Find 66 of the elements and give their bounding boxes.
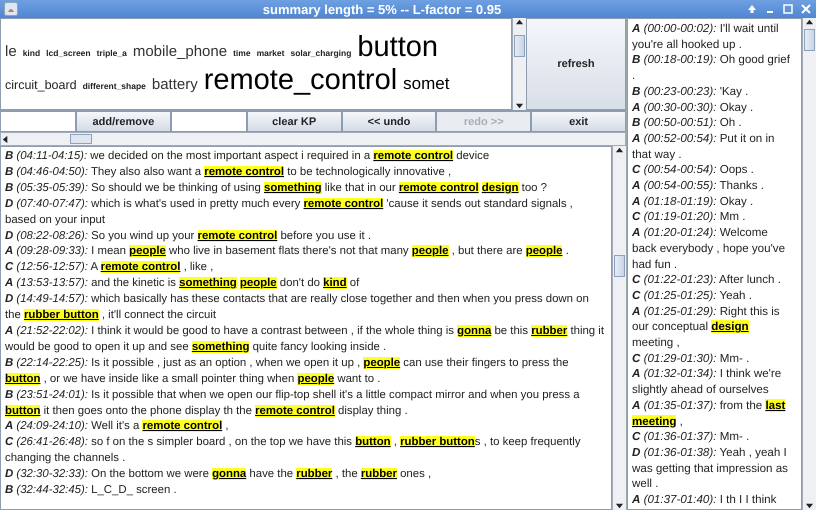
transcript-line: A (00:52-00:54): Put it on in that way . (632, 130, 776, 162)
keyword-tag[interactable]: mobile_phone (132, 42, 228, 60)
scroll-down-icon[interactable] (615, 501, 624, 510)
transcript-line: C (12:56-12:57): A remote control , like , (5, 260, 214, 276)
transcript-line: B (04:11-04:15): we decided on the most important aspect i required in a remote control device (5, 149, 490, 164)
transcript-line: D (01:36-01:38): Yeah , yeah I was getting that impression as well . (632, 444, 789, 492)
keyword-tag[interactable]: triple_a (96, 48, 127, 58)
keyword-tag[interactable]: remote_control (204, 64, 398, 98)
transcript-line: A (00:54-00:55): Thanks . (632, 178, 765, 194)
transcript-line: C (01:25-01:25): Yeah . (632, 288, 753, 304)
horizontal-scrollbar[interactable] (0, 132, 626, 146)
keyword-tag[interactable]: battery (152, 76, 198, 94)
transcript-line: C (26:41-26:48): so f on the s simpler board , on the top we have this button , rubber buttons , to keep frequently changing the channels . (5, 435, 582, 466)
scroll-thumb[interactable] (614, 255, 625, 277)
scrollbar[interactable] (512, 18, 526, 110)
transcript-line: C (01:19-01:20): Mm . (632, 209, 746, 226)
transcript-line: C (01:22-01:23): After lunch . (632, 272, 782, 288)
scrollbar[interactable] (802, 18, 816, 510)
transcript-line: A (01:37-01:40): I th I I think (632, 492, 778, 508)
transcript-line: C (01:29-01:30): Mm- . (632, 350, 750, 366)
transcript-line: A (01:25-01:29): Right this is our conceptual design meeting , (632, 304, 781, 351)
maximize-icon[interactable] (782, 3, 794, 15)
scroll-down-icon[interactable] (805, 501, 814, 510)
scroll-thumb[interactable] (70, 134, 92, 144)
transcript-line: B (23:51-24:01): Is it possible that when we open our flip-top shell it's a little compact mirror and when you press a button it then goes onto the phone display th the remote control display thing . (5, 388, 581, 418)
window-title: summary length = 5% -- L-factor = 0.95 (262, 2, 502, 16)
transcript-line: A (24:09-24:10): Well it's a remote control , (5, 419, 230, 434)
scroll-thumb[interactable] (804, 29, 815, 51)
keyword-tag[interactable]: lcd_screen (46, 48, 91, 58)
keyword-tag[interactable]: different_shape (82, 82, 146, 92)
keyword-tag[interactable]: le (5, 42, 17, 60)
toolbar-button[interactable]: << undo (342, 111, 436, 132)
transcript-line: B (00:18-00:19): Oh good grief . (632, 52, 791, 84)
scroll-left-icon[interactable] (1, 134, 10, 144)
keyword-tag[interactable]: somet (403, 74, 450, 94)
transcript-line: A (01:20-01:24): Welcome back everybody , hope you've had fun . (632, 225, 786, 272)
transcript-line: C (00:54-00:54): Oops . (632, 162, 755, 178)
transcript-line: B (00:50-00:51): Oh . (632, 115, 743, 131)
keyword-tag[interactable]: button (357, 30, 438, 64)
toolbar-button[interactable]: add/remove (76, 111, 171, 132)
transcript-line: A (00:30-00:30): Okay . (632, 100, 754, 116)
toolbar-button[interactable]: exit (531, 111, 626, 132)
transcript-line: B (32:44-32:45): L_C_D_ screen . (5, 483, 178, 498)
keyword-tag[interactable]: market (256, 48, 284, 58)
app-icon (4, 2, 18, 16)
keyword-tag[interactable]: solar_charging (290, 48, 352, 58)
scrollbar[interactable] (612, 146, 626, 510)
scroll-thumb[interactable] (514, 35, 525, 57)
input-field[interactable] (170, 111, 247, 132)
transcript-line: B (05:35-05:39): So should we be thinking of using something like that in our remote control design too ? (5, 180, 548, 196)
transcript-line: A (01:18-01:19): Okay . (632, 194, 754, 210)
refresh-button[interactable]: refresh (526, 18, 626, 110)
toolbar-button[interactable]: clear KP (246, 111, 342, 132)
input-field[interactable] (0, 111, 76, 132)
transcript-line: A (00:00-00:02): I'll wait until you're all hooked up . (632, 21, 780, 52)
keyword-tag[interactable]: kind (22, 48, 40, 58)
keyword-tag[interactable]: circuit_board (5, 78, 77, 92)
transcript-line: C (01:36-01:37): Mm- . (632, 429, 750, 445)
arrow-up-icon[interactable] (746, 3, 758, 15)
keyword-tag[interactable]: time (233, 48, 251, 58)
transcript-line: A (13:53-13:57): and the kinetic is something people don't do kind of (5, 276, 360, 292)
transcript-line: B (04:46-04:50): They also also want a remote control to be technologically innovative , (5, 164, 452, 180)
transcript-line: A (09:28-09:33): I mean people who live in basement flats there's not that many people , but there are people . (5, 244, 570, 260)
transcript-line: B (22:14-22:25): Is it possible , just as an option , when we open it up , people can use their fingers to press the button , or we have inside like a small pointer thing when people want to . (5, 356, 570, 387)
transcript-line: D (08:22-08:26): So you wind up your remote control before you use it . (5, 228, 372, 244)
transcript-line: B (00:23-00:23): 'Kay . (632, 84, 750, 100)
